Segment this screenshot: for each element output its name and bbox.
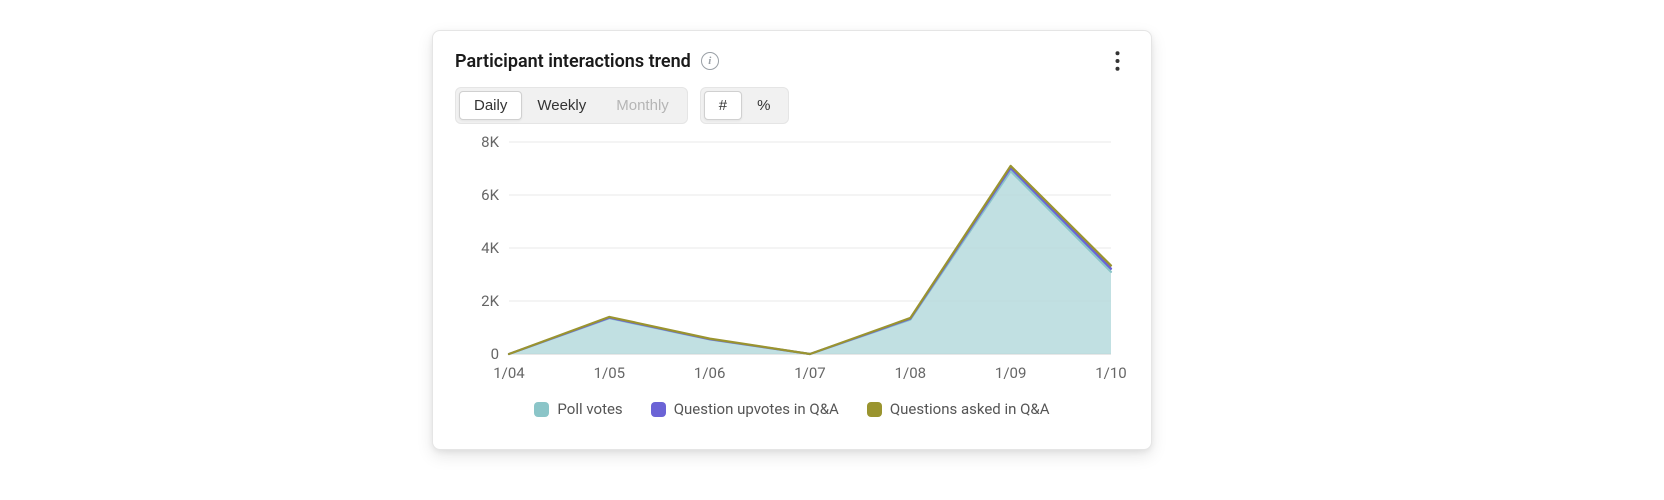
svg-text:1/07: 1/07: [794, 364, 825, 382]
svg-text:0: 0: [491, 345, 499, 363]
chart-area: 0 2K 4K 6K 8K 1/04 1/05 1/06 1/07 1/08 1/09 1/10: [455, 132, 1129, 392]
granularity-weekly[interactable]: Weekly: [522, 91, 601, 120]
svg-text:1/08: 1/08: [895, 364, 926, 382]
card-title: Participant interactions trend: [455, 51, 691, 72]
chart-svg: 0 2K 4K 6K 8K 1/04 1/05 1/06 1/07 1/08 1/09 1/10: [455, 132, 1131, 392]
legend-item-poll[interactable]: Poll votes: [534, 400, 622, 418]
info-icon[interactable]: i: [701, 52, 719, 70]
more-menu-button[interactable]: [1105, 49, 1129, 73]
interactions-trend-card: Participant interactions trend i Daily W…: [432, 30, 1152, 450]
svg-text:1/04: 1/04: [493, 364, 525, 382]
svg-text:1/09: 1/09: [995, 364, 1026, 382]
legend-label-poll: Poll votes: [557, 400, 622, 418]
granularity-daily[interactable]: Daily: [459, 91, 522, 120]
mode-toggle: # %: [700, 87, 790, 124]
svg-text:1/10: 1/10: [1095, 364, 1126, 382]
chart-controls: Daily Weekly Monthly # %: [455, 87, 1129, 124]
svg-text:8K: 8K: [481, 133, 499, 151]
granularity-toggle: Daily Weekly Monthly: [455, 87, 688, 124]
legend-swatch-upvotes: [651, 402, 666, 417]
card-header: Participant interactions trend i: [455, 49, 1129, 73]
legend-label-upvotes: Question upvotes in Q&A: [674, 400, 839, 418]
legend-item-upvotes[interactable]: Question upvotes in Q&A: [651, 400, 839, 418]
svg-text:4K: 4K: [481, 239, 499, 257]
chart-legend: Poll votes Question upvotes in Q&A Quest…: [455, 400, 1129, 418]
svg-text:2K: 2K: [481, 292, 499, 310]
kebab-icon: [1115, 51, 1120, 71]
mode-count[interactable]: #: [704, 91, 742, 120]
svg-text:1/06: 1/06: [694, 364, 725, 382]
svg-text:6K: 6K: [481, 186, 499, 204]
legend-item-asked[interactable]: Questions asked in Q&A: [867, 400, 1050, 418]
legend-swatch-poll: [534, 402, 549, 417]
legend-label-asked: Questions asked in Q&A: [890, 400, 1050, 418]
mode-percent[interactable]: %: [742, 91, 785, 120]
legend-swatch-asked: [867, 402, 882, 417]
granularity-monthly: Monthly: [601, 91, 684, 120]
svg-text:1/05: 1/05: [594, 364, 625, 382]
